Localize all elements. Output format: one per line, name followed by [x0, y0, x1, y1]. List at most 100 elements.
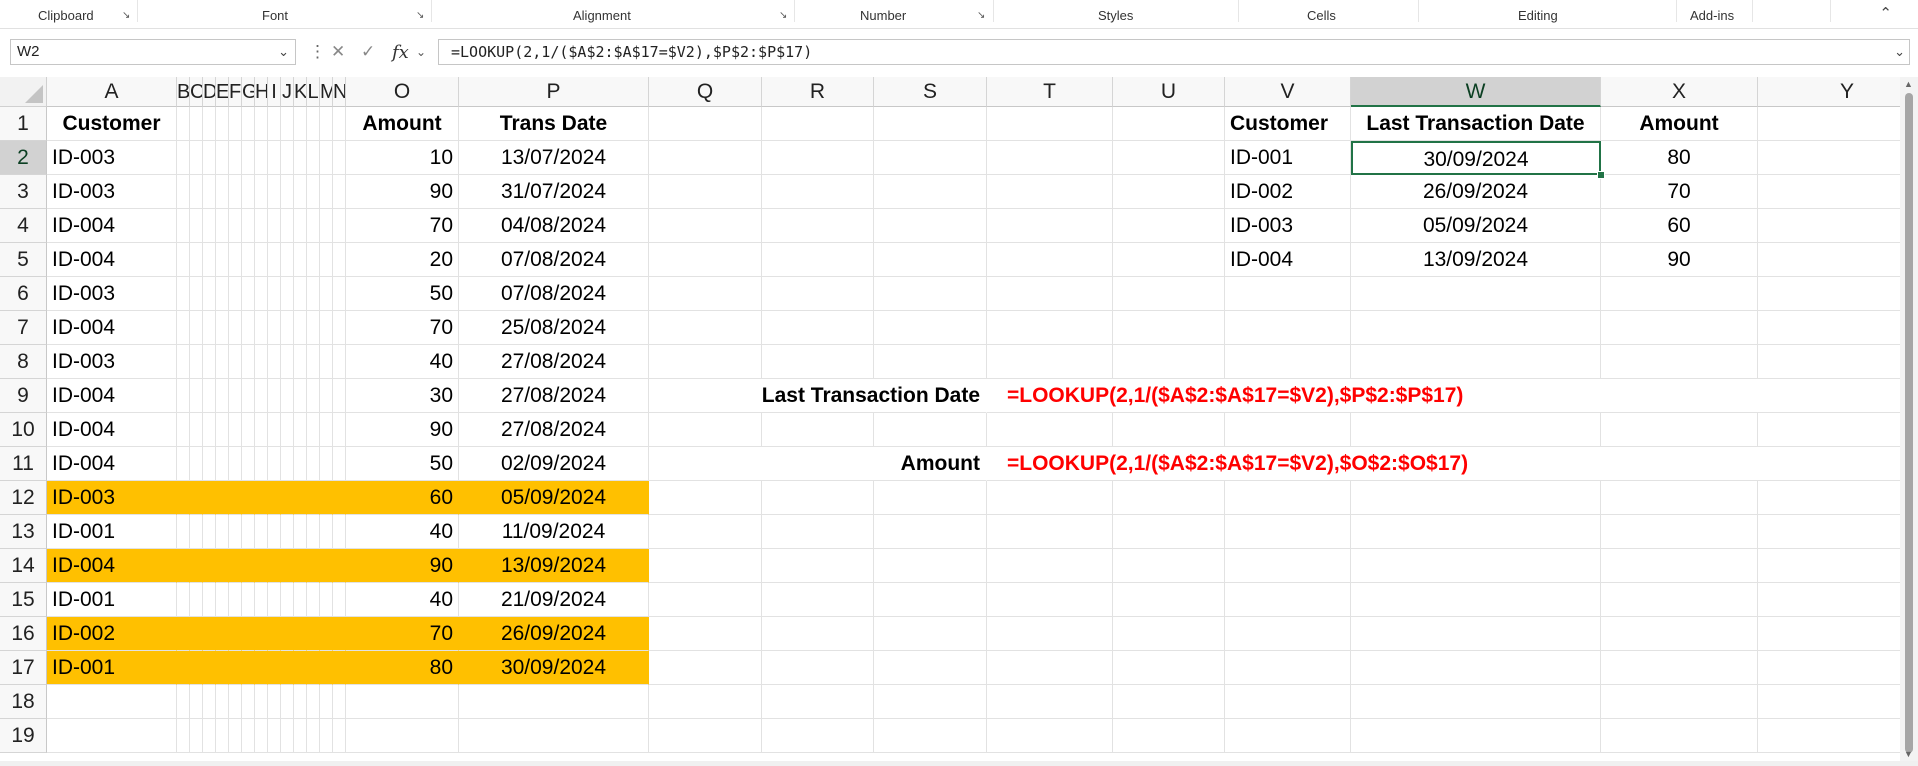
cell[interactable] — [762, 685, 874, 719]
cell[interactable] — [281, 311, 294, 345]
cell[interactable] — [294, 685, 307, 719]
amount-cell[interactable]: 70 — [346, 209, 459, 243]
cell[interactable] — [649, 651, 762, 685]
customer-cell[interactable]: ID-001 — [47, 515, 177, 549]
cell[interactable] — [1758, 277, 1900, 311]
column-header-c[interactable]: C — [190, 77, 203, 107]
cell[interactable] — [281, 209, 294, 243]
cell[interactable] — [649, 413, 762, 447]
customer-cell[interactable]: ID-001 — [47, 583, 177, 617]
summary-date-cell[interactable]: 26/09/2024 — [1351, 175, 1601, 209]
cell[interactable] — [255, 277, 268, 311]
column-header-g[interactable]: G — [242, 77, 255, 107]
cell[interactable] — [190, 175, 203, 209]
cell[interactable] — [1113, 311, 1225, 345]
cell[interactable] — [216, 277, 229, 311]
cell[interactable] — [320, 345, 333, 379]
cell[interactable] — [294, 379, 307, 413]
cell[interactable] — [307, 345, 320, 379]
highlight-cell[interactable] — [177, 651, 190, 685]
row-header-10[interactable]: 10 — [0, 413, 47, 447]
cell[interactable] — [1758, 481, 1900, 515]
highlight-cell[interactable] — [242, 617, 255, 651]
cell[interactable] — [229, 175, 242, 209]
row-header-12[interactable]: 12 — [0, 481, 47, 515]
cell[interactable] — [281, 583, 294, 617]
row-header-1[interactable]: 1 — [0, 107, 47, 141]
cell[interactable] — [229, 209, 242, 243]
row-header-4[interactable]: 4 — [0, 209, 47, 243]
cell[interactable] — [1351, 311, 1601, 345]
cell[interactable] — [190, 209, 203, 243]
cell[interactable] — [874, 515, 987, 549]
summary-header-customer[interactable]: Customer — [1225, 107, 1351, 141]
cell[interactable] — [177, 345, 190, 379]
cell[interactable] — [987, 515, 1113, 549]
highlight-cell[interactable] — [333, 651, 346, 685]
cell[interactable] — [1113, 515, 1225, 549]
amount-cell[interactable]: 90 — [346, 175, 459, 209]
cell[interactable] — [216, 311, 229, 345]
highlight-cell[interactable] — [307, 617, 320, 651]
cell[interactable] — [229, 141, 242, 175]
highlight-cell[interactable] — [268, 549, 281, 583]
cell[interactable] — [333, 277, 346, 311]
cell[interactable] — [203, 719, 216, 753]
cell[interactable] — [649, 243, 762, 277]
highlight-cell[interactable] — [216, 481, 229, 515]
customer-cell[interactable]: ID-004 — [47, 243, 177, 277]
cell[interactable] — [320, 107, 333, 141]
cell[interactable] — [1351, 549, 1601, 583]
cell[interactable] — [762, 515, 874, 549]
horizontal-scrollbar[interactable] — [0, 761, 1918, 766]
column-header-t[interactable]: T — [987, 77, 1113, 107]
date-cell[interactable]: 13/07/2024 — [459, 141, 649, 175]
date-cell[interactable]: 25/08/2024 — [459, 311, 649, 345]
column-header-y[interactable]: Y — [1758, 77, 1900, 107]
cell[interactable] — [47, 719, 177, 753]
highlight-cell[interactable] — [333, 617, 346, 651]
cell[interactable] — [242, 311, 255, 345]
cell[interactable] — [190, 107, 203, 141]
highlight-cell[interactable] — [281, 651, 294, 685]
cell[interactable] — [987, 345, 1113, 379]
cell[interactable] — [1601, 277, 1758, 311]
date-cell[interactable]: 05/09/2024 — [459, 481, 649, 515]
cell[interactable] — [1225, 549, 1351, 583]
clipboard-launcher-icon[interactable]: ↘ — [122, 10, 130, 21]
cell[interactable] — [1113, 651, 1225, 685]
amount-cell[interactable]: 40 — [346, 583, 459, 617]
cell[interactable] — [268, 685, 281, 719]
amount-cell[interactable]: 20 — [346, 243, 459, 277]
cell[interactable] — [268, 345, 281, 379]
cell[interactable] — [281, 719, 294, 753]
cell[interactable] — [177, 277, 190, 311]
column-header-u[interactable]: U — [1113, 77, 1225, 107]
row-header-6[interactable]: 6 — [0, 277, 47, 311]
summary-customer-cell[interactable]: ID-002 — [1225, 175, 1351, 209]
cell[interactable] — [649, 719, 762, 753]
cell[interactable] — [1758, 719, 1900, 753]
column-header-d[interactable]: D — [203, 77, 216, 107]
cell[interactable] — [1351, 277, 1601, 311]
cell[interactable] — [333, 583, 346, 617]
cell[interactable] — [229, 447, 242, 481]
cell[interactable] — [294, 107, 307, 141]
cell[interactable] — [320, 413, 333, 447]
cell[interactable] — [1225, 617, 1351, 651]
cell[interactable] — [268, 583, 281, 617]
amount-cell[interactable]: 40 — [346, 515, 459, 549]
cell[interactable] — [281, 141, 294, 175]
highlight-cell[interactable] — [229, 651, 242, 685]
cell[interactable] — [216, 175, 229, 209]
cell[interactable] — [294, 175, 307, 209]
customer-cell[interactable]: ID-002 — [47, 617, 177, 651]
cell[interactable] — [281, 447, 294, 481]
cell[interactable] — [203, 379, 216, 413]
summary-amount-cell[interactable]: 90 — [1601, 243, 1758, 277]
cell[interactable] — [987, 719, 1113, 753]
column-header-h[interactable]: H — [255, 77, 268, 107]
cell[interactable] — [762, 107, 874, 141]
cell[interactable] — [307, 413, 320, 447]
cell[interactable] — [1601, 515, 1758, 549]
